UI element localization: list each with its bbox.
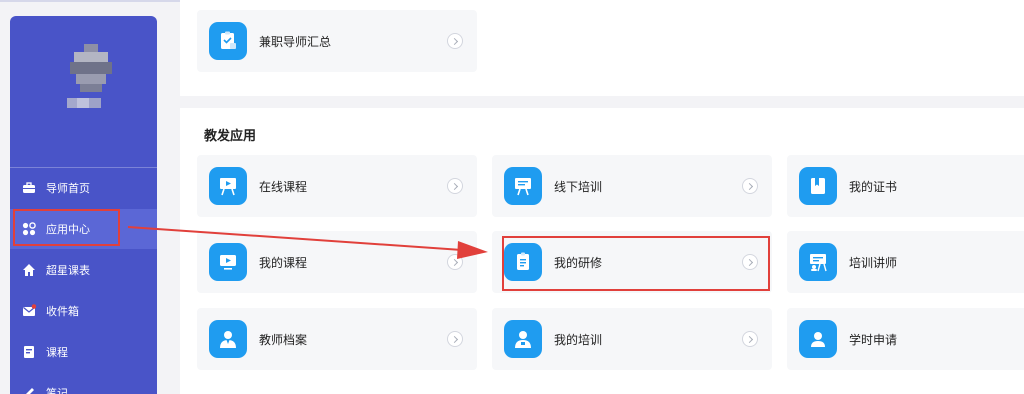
annotation-arrow [127, 226, 488, 259]
